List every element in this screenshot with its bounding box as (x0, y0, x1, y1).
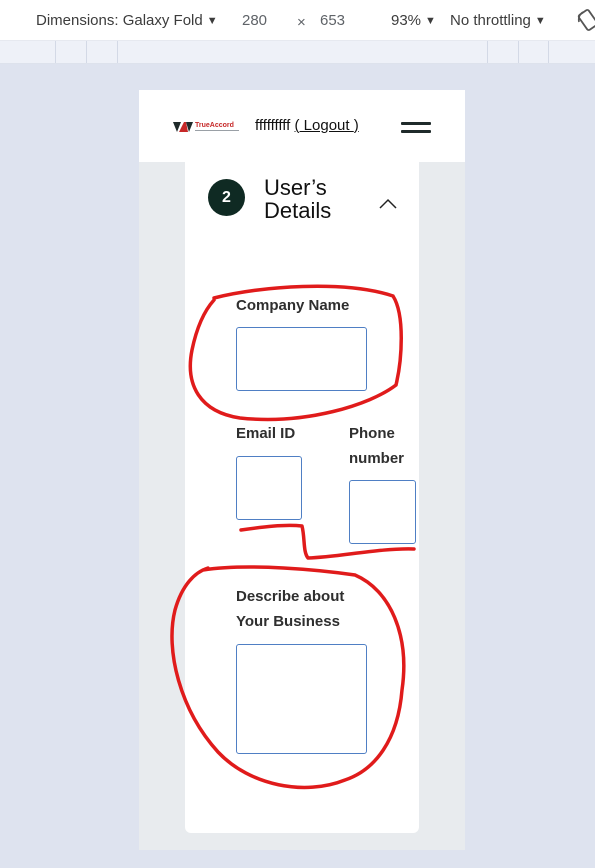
phone-number-field[interactable] (349, 480, 416, 544)
phone-label-line-2: number (349, 450, 405, 467)
user-details-card: 2 User’s Details Company Name Email ID P… (185, 162, 419, 833)
dimensions-label: Dimensions: Galaxy Fold (36, 12, 203, 29)
business-description-label: Describe about Your Business (236, 584, 344, 634)
logo-mark-icon (173, 122, 193, 132)
ruler-divider (518, 41, 519, 63)
trueaccord-logo[interactable]: TrueAccord (173, 121, 241, 135)
phone-number-label: Phone number (349, 421, 404, 471)
width-input[interactable]: 280 (242, 12, 267, 29)
username: fffffffff (255, 117, 291, 134)
business-label-line-2: Your Business (236, 613, 340, 630)
logout-link[interactable]: ( Logout ) (295, 117, 359, 134)
media-query-ruler (0, 41, 595, 64)
ruler-divider (55, 41, 56, 63)
caret-down-icon: ▼ (425, 15, 436, 27)
throttling-dropdown[interactable]: No throttling ▼ (450, 12, 546, 29)
logo-text: TrueAccord (195, 122, 234, 129)
chevron-up-icon[interactable] (379, 198, 397, 210)
company-name-label: Company Name (236, 297, 350, 314)
site-header: TrueAccord fffffffff ( Logout ) (139, 90, 465, 162)
business-description-field[interactable] (236, 644, 367, 754)
hamburger-menu-icon[interactable] (401, 119, 431, 135)
logout-paren-close: ) (353, 117, 359, 134)
times-sign: × (297, 14, 306, 31)
email-field[interactable] (236, 456, 302, 520)
business-label-line-1: Describe about (236, 588, 345, 605)
caret-down-icon: ▼ (534, 15, 546, 27)
user-info: fffffffff ( Logout ) (255, 117, 359, 134)
height-input[interactable]: 653 (320, 12, 345, 29)
phone-label-line-1: Phone (349, 425, 395, 442)
throttling-label: No throttling (450, 12, 531, 29)
ruler-divider (487, 41, 488, 63)
ruler-divider (548, 41, 549, 63)
caret-down-icon: ▼ (206, 15, 218, 27)
zoom-label: 93% (391, 12, 422, 29)
device-viewport: TrueAccord fffffffff ( Logout ) 2 User’s… (139, 90, 465, 850)
logo-tagline (195, 130, 239, 131)
rotate-icon[interactable] (577, 8, 595, 32)
company-name-field[interactable] (236, 327, 367, 391)
step-number-badge: 2 (208, 179, 245, 216)
logout-label: Logout (299, 117, 354, 134)
zoom-dropdown[interactable]: 93% ▼ (391, 12, 436, 29)
ruler-divider (117, 41, 118, 63)
devtools-device-toolbar: Dimensions: Galaxy Fold ▼ 280 × 653 93% ▼ … (0, 0, 595, 41)
ruler-divider (86, 41, 87, 63)
section-title: User’s Details (264, 175, 332, 223)
dimensions-dropdown[interactable]: Dimensions: Galaxy Fold ▼ (36, 12, 218, 29)
email-id-label: Email ID (236, 425, 296, 442)
